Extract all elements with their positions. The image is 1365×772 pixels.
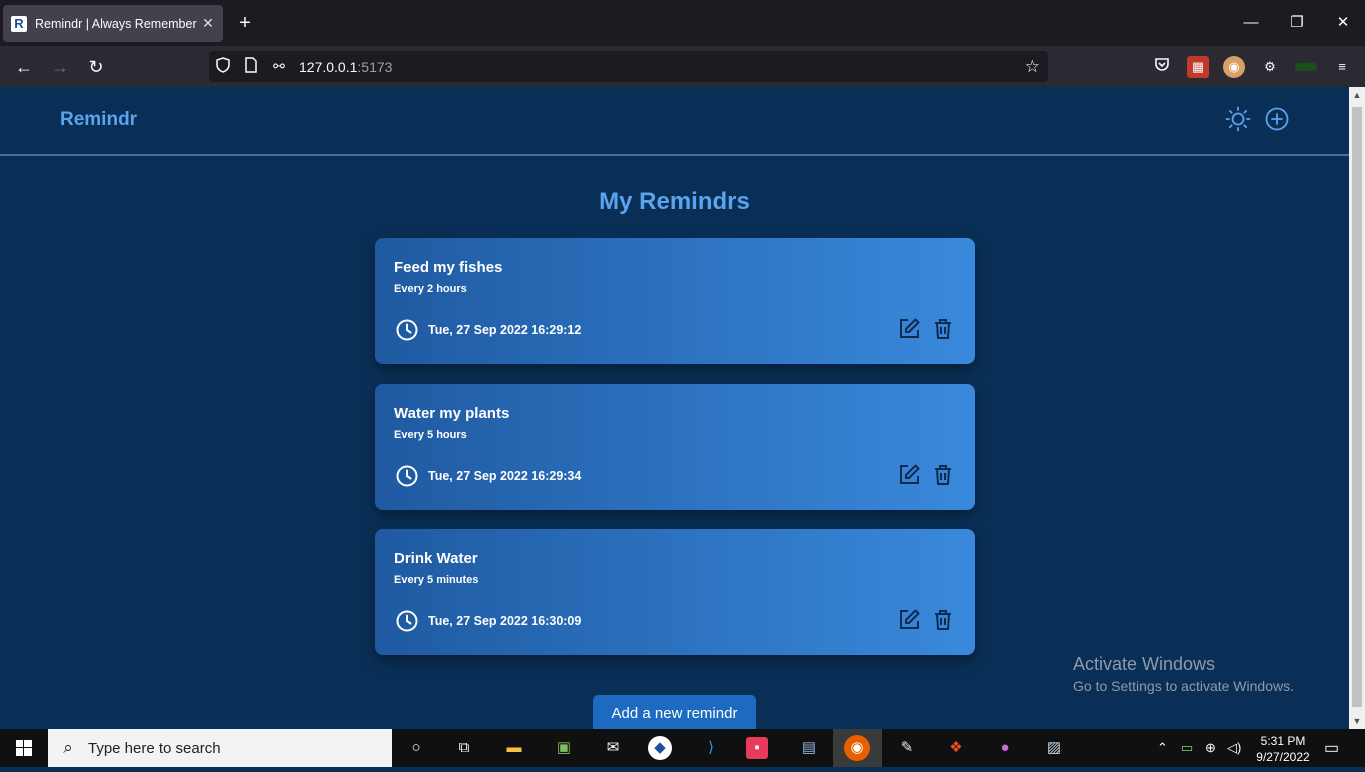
browser-window: R Remindr | Always Remember ✕ + — ❐ ✕ ← … <box>0 0 1365 87</box>
scroll-down-icon[interactable]: ▼ <box>1349 713 1365 729</box>
trash-icon[interactable] <box>931 463 955 487</box>
tab-bar: R Remindr | Always Remember ✕ + — ❐ ✕ <box>0 0 1365 46</box>
reminder-title: Feed my fishes <box>394 259 503 276</box>
reminder-frequency: Every 5 hours <box>394 429 467 441</box>
bookmark-star-icon[interactable]: ☆ <box>1025 57 1040 77</box>
restore-icon[interactable]: ❐ <box>1274 8 1320 38</box>
image-viewer-icon[interactable]: ▨ <box>1040 734 1068 762</box>
edit-icon[interactable] <box>897 317 921 341</box>
taskbar-clock[interactable]: 5:31 PM 9/27/2022 <box>1248 733 1318 765</box>
forward-icon[interactable]: → <box>45 52 75 82</box>
permissions-icon[interactable]: ⚯ <box>265 58 293 75</box>
network-globe-icon[interactable]: ⊕ <box>1205 740 1216 756</box>
browser-tab[interactable]: R Remindr | Always Remember ✕ <box>3 5 223 42</box>
paint-icon[interactable]: ✎ <box>893 734 921 762</box>
reminder-datetime: Tue, 27 Sep 2022 16:29:12 <box>428 323 582 337</box>
reminder-title: Drink Water <box>394 550 478 567</box>
reminder-datetime: Tue, 27 Sep 2022 16:30:09 <box>428 614 582 628</box>
menu-icon[interactable]: ≡ <box>1331 56 1353 78</box>
reload-icon[interactable]: ↻ <box>81 52 111 82</box>
clock-date: 9/27/2022 <box>1256 750 1310 764</box>
taskbar-search-input[interactable]: ⌕ Type here to search <box>48 729 392 767</box>
pocket-icon[interactable] <box>1151 56 1173 78</box>
page-icon[interactable] <box>237 57 265 76</box>
extension-bar-icon[interactable] <box>1295 63 1317 71</box>
address-bar[interactable]: ⚯ 127.0.0.1:5173 ☆ <box>209 51 1048 82</box>
clock-icon <box>396 465 418 487</box>
clock-time: 5:31 PM <box>1260 734 1306 748</box>
search-placeholder: Type here to search <box>88 739 221 757</box>
windows-start-icon[interactable] <box>0 729 48 767</box>
edit-icon[interactable] <box>897 463 921 487</box>
shield-icon[interactable] <box>209 57 237 76</box>
scrollbar-thumb[interactable] <box>1352 107 1362 707</box>
url-host: 127.0.0.1 <box>299 58 358 75</box>
watermark-title: Activate Windows <box>1073 654 1216 674</box>
add-reminder-button[interactable]: Add a new remindr <box>593 695 756 729</box>
back-icon[interactable]: ← <box>9 52 39 82</box>
reminder-frequency: Every 2 hours <box>394 283 467 295</box>
clock-icon <box>396 610 418 632</box>
new-tab-icon[interactable]: + <box>232 10 258 36</box>
cortana-icon[interactable]: ○ <box>402 734 430 762</box>
vscode-icon[interactable]: ⟩ <box>697 734 725 762</box>
close-tab-icon[interactable]: ✕ <box>197 15 219 32</box>
page-scrollbar[interactable]: ▲ ▼ <box>1349 87 1365 729</box>
battery-icon[interactable]: ▭ <box>1181 740 1193 756</box>
add-circle-icon[interactable] <box>1264 106 1290 132</box>
minimize-icon[interactable]: — <box>1228 8 1274 38</box>
settings-gear-icon[interactable]: ⚙ <box>1259 56 1281 78</box>
tray-chevron-icon[interactable]: ⌃ <box>1157 740 1168 756</box>
monitor-app-icon[interactable]: ▤ <box>795 734 823 762</box>
trash-icon[interactable] <box>931 317 955 341</box>
reminder-frequency: Every 5 minutes <box>394 574 479 586</box>
reminder-card: Water my plants Every 5 hours Tue, 27 Se… <box>375 384 975 510</box>
sun-theme-toggle-icon[interactable] <box>1225 106 1251 132</box>
profile-extension-icon[interactable]: ◉ <box>1223 56 1245 78</box>
url-port: :5173 <box>357 58 393 75</box>
tab-title: Remindr | Always Remember <box>35 16 197 31</box>
reminder-title: Water my plants <box>394 405 510 422</box>
search-icon: ⌕ <box>63 738 73 757</box>
close-window-icon[interactable]: ✕ <box>1320 8 1365 38</box>
extension-icon[interactable]: ▦ <box>1187 56 1209 78</box>
firefox-icon[interactable]: ◉ <box>844 735 870 761</box>
figma-icon[interactable]: ❖ <box>942 734 970 762</box>
app-header: Remindr <box>0 87 1349 156</box>
app-logo[interactable]: Remindr <box>60 109 137 131</box>
task-view-icon[interactable]: ⧉ <box>450 734 478 762</box>
activate-windows-watermark: Activate Windows Go to Settings to activ… <box>1073 654 1294 694</box>
file-explorer-icon[interactable]: ▬ <box>500 734 528 762</box>
store-icon[interactable]: ▣ <box>550 734 578 762</box>
reminder-card: Feed my fishes Every 2 hours Tue, 27 Sep… <box>375 238 975 364</box>
app-pink-icon[interactable]: ▪ <box>746 737 768 759</box>
app-viewport: Remindr My Remindrs Feed my fishes Every… <box>0 87 1349 729</box>
windows-taskbar: ⌕ Type here to search ○ ⧉ ▬ ▣ ✉ ◆ ⟩ ▪ ▤ … <box>0 729 1365 767</box>
volume-icon[interactable]: ◁) <box>1227 740 1241 756</box>
app-icon[interactable]: ◆ <box>648 736 672 760</box>
edit-icon[interactable] <box>897 608 921 632</box>
trash-icon[interactable] <box>931 608 955 632</box>
watermark-subtitle: Go to Settings to activate Windows. <box>1073 678 1294 694</box>
app-favicon-icon: R <box>11 15 27 32</box>
mail-icon[interactable]: ✉ <box>599 734 627 762</box>
page-title: My Remindrs <box>599 188 750 215</box>
clock-icon <box>396 319 418 341</box>
reminder-datetime: Tue, 27 Sep 2022 16:29:34 <box>428 469 582 483</box>
reminder-card: Drink Water Every 5 minutes Tue, 27 Sep … <box>375 529 975 655</box>
navigation-bar: ← → ↻ ⚯ 127.0.0.1:5173 ☆ ▦ ◉ ⚙ ≡ <box>0 46 1365 87</box>
notification-icon[interactable]: ▭ <box>1324 738 1339 758</box>
balloon-app-icon[interactable]: ● <box>991 734 1019 762</box>
scroll-up-icon[interactable]: ▲ <box>1349 87 1365 103</box>
